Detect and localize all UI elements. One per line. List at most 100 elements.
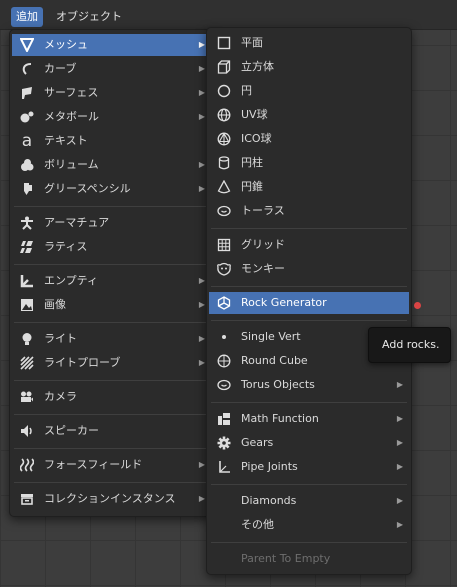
mesh-item-grid[interactable]: グリッド	[209, 234, 409, 256]
menu-item-label: Pipe Joints	[241, 460, 298, 473]
mesh-item-monkey[interactable]: モンキー	[209, 258, 409, 280]
menu-item-label: テキスト	[44, 134, 88, 147]
submenu-arrow-icon: ▶	[198, 40, 205, 49]
mesh-item-diamonds[interactable]: Diamonds ▶	[209, 490, 409, 512]
menu-item-volume[interactable]: ボリューム ▶	[12, 154, 211, 176]
menu-item-label: アーマチュア	[44, 216, 110, 229]
menu-item-curve[interactable]: カーブ ▶	[12, 58, 211, 80]
separator	[14, 448, 209, 449]
menu-item-label: 円柱	[241, 156, 263, 169]
mesh-submenu: 平面 立方体 円 UV球 ICO球 円柱 円錐 トーラス グリッド モンキー R…	[206, 27, 412, 575]
separator	[211, 320, 407, 321]
menu-item-label: モンキー	[241, 262, 285, 275]
menu-item-mesh[interactable]: メッシュ ▶	[12, 34, 211, 56]
submenu-arrow-icon: ▶	[396, 380, 403, 389]
menu-item-surface[interactable]: サーフェス ▶	[12, 82, 211, 104]
image-icon	[19, 297, 35, 313]
cylinder-icon	[216, 155, 232, 171]
monkey-icon	[216, 261, 232, 277]
menu-item-label: 画像	[44, 298, 66, 311]
mesh-item-plane[interactable]: 平面	[209, 32, 409, 54]
mesh-item-other[interactable]: その他 ▶	[209, 514, 409, 536]
mesh-item-rock-generator[interactable]: Rock Generator	[209, 292, 409, 314]
separator	[14, 380, 209, 381]
menu-item-label: その他	[241, 518, 274, 531]
gear-icon	[216, 435, 232, 451]
submenu-arrow-icon: ▶	[198, 276, 205, 285]
tooltip: Add rocks.	[368, 327, 451, 363]
separator	[14, 414, 209, 415]
menu-item-armature[interactable]: アーマチュア	[12, 212, 211, 234]
light-probe-icon	[19, 355, 35, 371]
menu-item-image[interactable]: 画像 ▶	[12, 294, 211, 316]
submenu-arrow-icon: ▶	[198, 358, 205, 367]
menu-item-label: Parent To Empty	[241, 552, 331, 565]
ico-sphere-icon	[216, 131, 232, 147]
force-field-icon	[19, 457, 35, 473]
submenu-arrow-icon: ▶	[396, 520, 403, 529]
mesh-item-torus[interactable]: トーラス	[209, 200, 409, 222]
pipe-joint-icon	[216, 459, 232, 475]
mesh-item-uv-sphere[interactable]: UV球	[209, 104, 409, 126]
mesh-item-gears[interactable]: Gears ▶	[209, 432, 409, 454]
vertex-icon	[216, 329, 232, 345]
menu-item-label: Math Function	[241, 412, 319, 425]
object-menu-button[interactable]: オブジェクト	[51, 7, 127, 27]
mesh-item-parent-to-empty[interactable]: Parent To Empty	[209, 548, 409, 570]
separator	[211, 402, 407, 403]
mesh-item-cylinder[interactable]: 円柱	[209, 152, 409, 174]
menu-item-collection-instance[interactable]: コレクションインスタンス ▶	[12, 488, 211, 510]
mesh-item-pipe-joints[interactable]: Pipe Joints ▶	[209, 456, 409, 478]
submenu-arrow-icon: ▶	[198, 334, 205, 343]
lattice-icon	[19, 239, 35, 255]
menu-item-lattice[interactable]: ラティス	[12, 236, 211, 258]
menu-item-label: メタボール	[44, 110, 99, 123]
metaball-icon	[19, 109, 35, 125]
menu-item-label: Round Cube	[241, 354, 308, 367]
mesh-item-cube[interactable]: 立方体	[209, 56, 409, 78]
menu-item-metaball[interactable]: メタボール ▶	[12, 106, 211, 128]
cube-icon	[216, 59, 232, 75]
mesh-item-ico-sphere[interactable]: ICO球	[209, 128, 409, 150]
surface-icon	[19, 85, 35, 101]
menu-item-label: カーブ	[44, 62, 77, 75]
menu-item-grease-pencil[interactable]: グリースペンシル ▶	[12, 178, 211, 200]
add-menu-button[interactable]: 追加	[11, 7, 43, 27]
menu-item-label: UV球	[241, 108, 268, 121]
menu-item-label: フォースフィールド	[44, 458, 143, 471]
mesh-item-circle[interactable]: 円	[209, 80, 409, 102]
rock-icon	[216, 295, 232, 311]
menu-item-text[interactable]: a テキスト	[12, 130, 211, 152]
menu-item-camera[interactable]: カメラ	[12, 386, 211, 408]
menu-item-label: スピーカー	[44, 424, 99, 437]
uv-sphere-icon	[216, 107, 232, 123]
menu-item-label: 平面	[241, 36, 263, 49]
menu-item-label: Single Vert	[241, 330, 301, 343]
volume-icon	[19, 157, 35, 173]
menu-item-label: ラティス	[44, 240, 88, 253]
menu-item-label: ライト	[44, 332, 77, 345]
menu-item-label: グリースペンシル	[44, 182, 131, 195]
submenu-arrow-icon: ▶	[198, 300, 205, 309]
mesh-item-cone[interactable]: 円錐	[209, 176, 409, 198]
menu-item-light-probe[interactable]: ライトプローブ ▶	[12, 352, 211, 374]
menu-item-force-field[interactable]: フォースフィールド ▶	[12, 454, 211, 476]
separator	[14, 206, 209, 207]
circle-icon	[216, 83, 232, 99]
menu-item-light[interactable]: ライト ▶	[12, 328, 211, 350]
separator	[211, 542, 407, 543]
menu-item-label: ボリューム	[44, 158, 99, 171]
menu-item-empty[interactable]: エンプティ ▶	[12, 270, 211, 292]
mesh-item-math-function[interactable]: Math Function ▶	[209, 408, 409, 430]
mesh-item-torus-objects[interactable]: Torus Objects ▶	[209, 374, 409, 396]
menu-item-label: グリッド	[241, 238, 285, 251]
torus-objects-icon	[216, 377, 232, 393]
menu-item-label: Gears	[241, 436, 274, 449]
menu-item-speaker[interactable]: スピーカー	[12, 420, 211, 442]
separator	[211, 286, 407, 287]
submenu-arrow-icon: ▶	[198, 184, 205, 193]
menu-item-label: 円錐	[241, 180, 263, 193]
text-icon: a	[21, 131, 33, 151]
submenu-arrow-icon: ▶	[396, 438, 403, 447]
submenu-arrow-icon: ▶	[396, 414, 403, 423]
